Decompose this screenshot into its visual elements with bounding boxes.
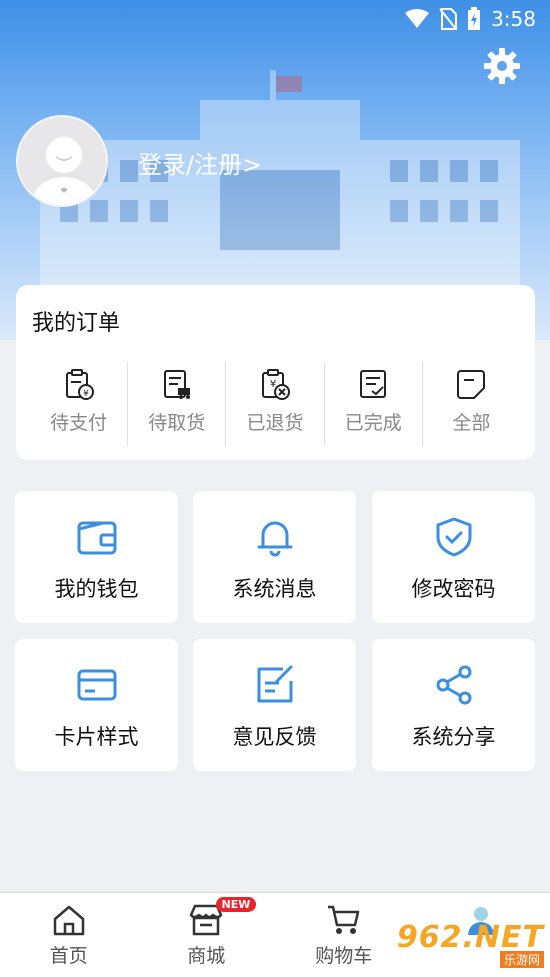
- tile-system-share[interactable]: 系统分享: [372, 639, 535, 771]
- all-orders-icon: [457, 370, 486, 399]
- nav-home[interactable]: 首页: [0, 893, 138, 977]
- building-background-image: [40, 70, 520, 310]
- orders-title: 我的订单: [32, 311, 121, 336]
- home-icon: [53, 905, 84, 936]
- order-all[interactable]: 全部: [423, 362, 520, 446]
- nav-label: 购物车: [315, 945, 373, 967]
- tile-feedback[interactable]: 意见反馈: [193, 639, 356, 771]
- wifi-icon: [405, 9, 430, 28]
- svg-text:¥: ¥: [83, 389, 89, 399]
- wallet-icon: [77, 521, 116, 555]
- cart-icon: [327, 905, 359, 934]
- tile-label: 意见反馈: [232, 725, 317, 749]
- tile-label: 系统分享: [411, 725, 496, 749]
- order-pending-payment[interactable]: ¥ 待支付: [30, 362, 129, 446]
- watermark-sub: 乐游网: [499, 951, 544, 968]
- order-awaiting-pickup[interactable]: 待取货: [128, 362, 227, 446]
- nav-store[interactable]: NEW 商城: [138, 893, 276, 977]
- order-item-label: 已退货: [246, 412, 304, 434]
- orders-card: 我的订单 ¥ 待支付 待取货 ¥ 已退货 已完成 全部: [16, 285, 535, 460]
- avatar[interactable]: [16, 115, 108, 207]
- order-item-label: 待取货: [148, 412, 206, 434]
- pickup-icon: [163, 370, 190, 399]
- watermark-logo: 962.NET 乐游网: [397, 920, 544, 972]
- tile-change-password[interactable]: 修改密码: [372, 491, 535, 623]
- tile-label: 卡片样式: [54, 725, 139, 749]
- default-avatar-icon: [30, 137, 98, 205]
- returned-icon: ¥: [262, 369, 290, 400]
- new-badge: NEW: [215, 897, 257, 912]
- nav-cart[interactable]: 购物车: [275, 893, 413, 977]
- settings-gear-icon[interactable]: [482, 46, 522, 86]
- nav-label: 商城: [187, 945, 226, 967]
- watermark-brand: 962.NET: [396, 920, 544, 955]
- order-returned[interactable]: ¥ 已退货: [226, 362, 325, 446]
- status-bar: 3:58: [0, 0, 550, 38]
- share-icon: [436, 665, 471, 705]
- tile-label: 系统消息: [232, 577, 317, 601]
- tile-label: 我的钱包: [54, 577, 139, 601]
- tile-label: 修改密码: [411, 577, 496, 601]
- bell-icon: [257, 521, 292, 557]
- shield-icon: [436, 517, 471, 557]
- order-item-label: 全部: [452, 412, 491, 434]
- no-sim-icon: [439, 8, 458, 30]
- nav-label: 首页: [49, 945, 88, 967]
- order-item-label: 待支付: [50, 412, 108, 434]
- completed-icon: [360, 370, 387, 398]
- feedback-icon: [257, 665, 292, 703]
- login-register-link[interactable]: 登录/注册>: [138, 145, 262, 180]
- clock: 3:58: [491, 7, 536, 31]
- pay-pending-icon: ¥: [65, 369, 94, 400]
- order-completed[interactable]: 已完成: [325, 362, 423, 446]
- tile-card-style[interactable]: 卡片样式: [15, 639, 178, 771]
- tile-wallet[interactable]: 我的钱包: [15, 491, 178, 623]
- tile-system-messages[interactable]: 系统消息: [193, 491, 356, 623]
- battery-charging-icon: [468, 7, 481, 30]
- card-icon: [77, 669, 116, 701]
- order-item-label: 已完成: [344, 412, 402, 434]
- order-status-row: ¥ 待支付 待取货 ¥ 已退货 已完成 全部: [30, 362, 520, 446]
